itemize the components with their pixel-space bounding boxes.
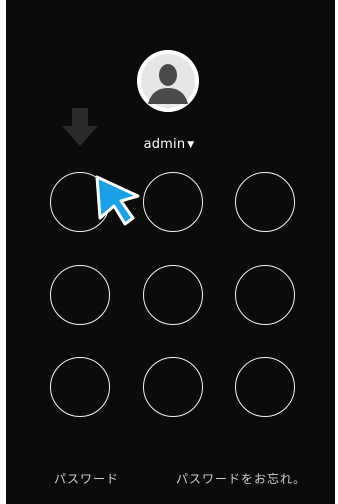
forgot-password-link[interactable]: パスワードをお忘れ。 <box>176 470 306 487</box>
pattern-lock-grid[interactable] <box>0 0 338 504</box>
pattern-dot-2[interactable] <box>143 172 203 232</box>
pattern-dot-3[interactable] <box>235 172 295 232</box>
pattern-dot-5[interactable] <box>143 265 203 325</box>
pattern-dot-6[interactable] <box>235 265 295 325</box>
footer-links: パスワード パスワードをお忘れ。 <box>0 470 338 494</box>
pattern-dot-8[interactable] <box>143 357 203 417</box>
mouse-pointer-icon <box>94 174 144 230</box>
password-login-link[interactable]: パスワード <box>54 470 119 487</box>
pattern-dot-9[interactable] <box>235 357 295 417</box>
login-screen: admin ▼ パスワード パスワードをお忘れ。 <box>0 0 338 504</box>
screenshot-border-left <box>0 0 6 504</box>
pattern-dot-7[interactable] <box>50 357 110 417</box>
pattern-dot-4[interactable] <box>50 265 110 325</box>
